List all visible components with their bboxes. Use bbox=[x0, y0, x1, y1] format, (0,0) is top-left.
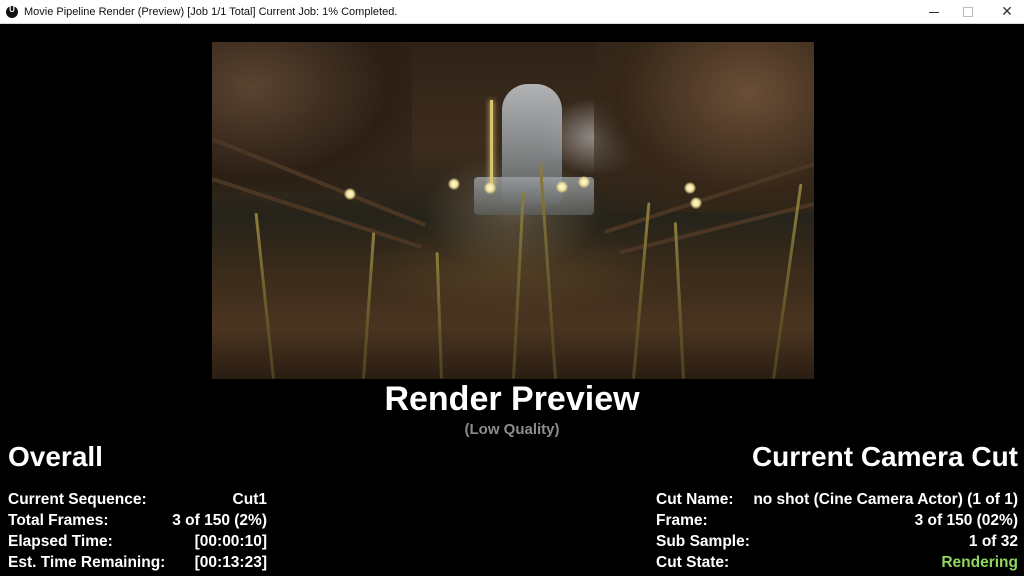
grass-blade bbox=[254, 212, 275, 379]
close-button[interactable]: ✕ bbox=[990, 0, 1024, 24]
maximize-button[interactable] bbox=[951, 0, 985, 24]
grass-blade bbox=[632, 202, 651, 379]
cut-name-value: no shot (Cine Camera Actor) (1 of 1) bbox=[753, 491, 1018, 508]
grass-blade bbox=[435, 252, 443, 379]
candle-light bbox=[484, 182, 496, 194]
sub-sample-label: Sub Sample: bbox=[656, 533, 750, 550]
elapsed-time-value: [00:00:10] bbox=[194, 533, 267, 550]
elapsed-time-label: Elapsed Time: bbox=[8, 533, 113, 550]
frame-row: Frame: 3 of 150 (02%) bbox=[656, 511, 1018, 531]
cave-wall-right bbox=[594, 42, 814, 212]
current-sequence-value: Cut1 bbox=[232, 491, 267, 508]
cut-state-label: Cut State: bbox=[656, 554, 730, 571]
current-sequence-label: Current Sequence: bbox=[8, 491, 147, 508]
candle-light bbox=[556, 181, 568, 193]
window-title: Movie Pipeline Render (Preview) [Job 1/1… bbox=[24, 5, 398, 18]
render-preview-title: Render Preview bbox=[384, 380, 640, 418]
total-frames-value: 3 of 150 (2%) bbox=[172, 512, 267, 529]
current-camera-cut-heading: Current Camera Cut bbox=[751, 441, 1018, 472]
window-titlebar[interactable]: Movie Pipeline Render (Preview) [Job 1/1… bbox=[0, 0, 1024, 24]
maximize-icon bbox=[963, 7, 973, 17]
grass-blade bbox=[362, 232, 376, 379]
unreal-logo-icon bbox=[6, 5, 18, 18]
sub-sample-row: Sub Sample: 1 of 32 bbox=[656, 532, 1018, 552]
total-frames-row: Total Frames: 3 of 150 (2%) bbox=[8, 511, 267, 531]
cut-name-row: Cut Name: no shot (Cine Camera Actor) (1… bbox=[656, 490, 1018, 510]
cut-state-row: Cut State: Rendering bbox=[656, 553, 1018, 573]
minimize-button[interactable] bbox=[917, 0, 951, 24]
grass-blade bbox=[673, 222, 685, 379]
candle-light bbox=[684, 182, 696, 194]
frame-value: 3 of 150 (02%) bbox=[914, 512, 1018, 529]
cut-name-label: Cut Name: bbox=[656, 491, 734, 508]
total-frames-label: Total Frames: bbox=[8, 512, 109, 529]
grass-blade bbox=[512, 192, 525, 379]
candle-light bbox=[448, 178, 460, 190]
current-sequence-row: Current Sequence: Cut1 bbox=[8, 490, 267, 510]
candle-light bbox=[690, 197, 702, 209]
cut-state-value: Rendering bbox=[941, 554, 1018, 571]
trident bbox=[490, 100, 493, 190]
render-preview-image bbox=[212, 42, 814, 379]
minimize-icon bbox=[929, 11, 939, 13]
est-time-remaining-label: Est. Time Remaining: bbox=[8, 554, 166, 571]
elapsed-time-row: Elapsed Time: [00:00:10] bbox=[8, 532, 267, 552]
cave-wall-left bbox=[212, 42, 412, 192]
candle-light bbox=[344, 188, 356, 200]
overall-heading: Overall bbox=[8, 441, 103, 472]
close-icon: ✕ bbox=[1001, 4, 1013, 20]
est-time-remaining-value: [00:13:23] bbox=[194, 554, 267, 571]
sub-sample-value: 1 of 32 bbox=[968, 533, 1018, 550]
frame-label: Frame: bbox=[656, 512, 708, 529]
candle-light bbox=[578, 176, 590, 188]
est-time-remaining-row: Est. Time Remaining: [00:13:23] bbox=[8, 553, 267, 573]
render-preview-subtitle: (Low Quality) bbox=[464, 421, 560, 438]
